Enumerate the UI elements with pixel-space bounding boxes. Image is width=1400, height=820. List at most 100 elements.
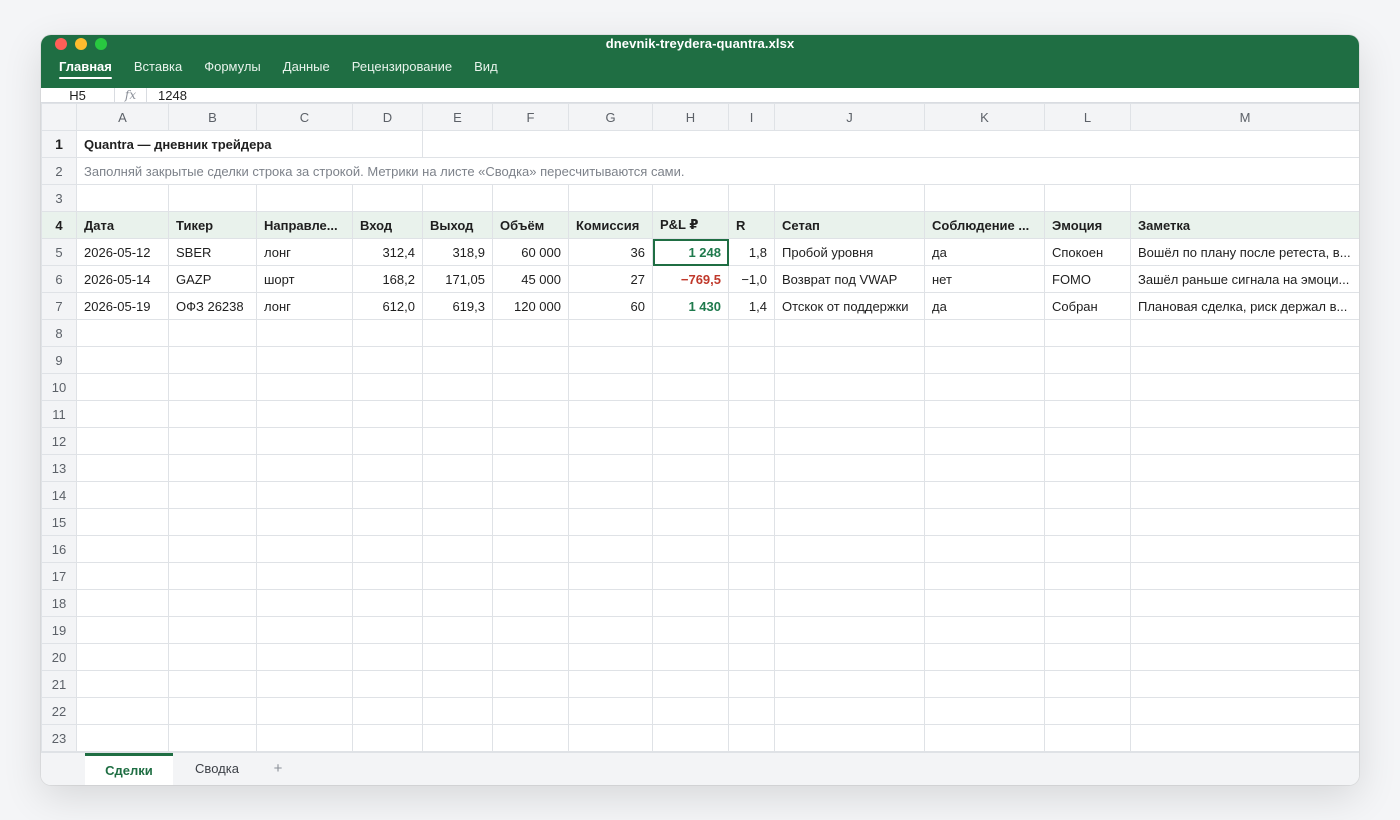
empty-cell[interactable] xyxy=(728,400,775,428)
empty-cell[interactable] xyxy=(422,670,493,698)
sheet-subtitle[interactable]: Заполняй закрытые сделки строка за строк… xyxy=(76,157,1359,185)
row-number[interactable]: 20 xyxy=(41,643,77,671)
empty-cell[interactable] xyxy=(568,589,653,617)
empty-cell[interactable] xyxy=(652,373,729,401)
empty-cell[interactable] xyxy=(1130,130,1359,158)
empty-cell[interactable] xyxy=(1044,346,1131,374)
empty-cell[interactable] xyxy=(728,427,775,455)
column-title[interactable]: Дата xyxy=(76,211,169,239)
empty-cell[interactable] xyxy=(774,373,925,401)
empty-cell[interactable] xyxy=(1130,616,1359,644)
empty-cell[interactable] xyxy=(492,616,569,644)
empty-cell[interactable] xyxy=(422,319,493,347)
empty-cell[interactable] xyxy=(924,319,1045,347)
empty-cell[interactable] xyxy=(568,481,653,509)
row-number[interactable]: 9 xyxy=(41,346,77,374)
empty-cell[interactable] xyxy=(774,670,925,698)
empty-cell[interactable] xyxy=(728,130,775,158)
empty-cell[interactable] xyxy=(1044,643,1131,671)
empty-cell[interactable] xyxy=(1130,589,1359,617)
column-title[interactable]: Объём xyxy=(492,211,569,239)
row-number[interactable]: 7 xyxy=(41,292,77,320)
empty-cell[interactable] xyxy=(728,508,775,536)
empty-cell[interactable] xyxy=(1044,400,1131,428)
empty-cell[interactable] xyxy=(256,643,353,671)
empty-cell[interactable] xyxy=(492,589,569,617)
empty-cell[interactable] xyxy=(492,454,569,482)
empty-cell[interactable] xyxy=(422,535,493,563)
column-title[interactable]: Сетап xyxy=(774,211,925,239)
empty-cell[interactable] xyxy=(422,346,493,374)
pnl-cell[interactable]: 1 430 xyxy=(652,292,729,320)
empty-cell[interactable] xyxy=(774,589,925,617)
data-cell[interactable]: да xyxy=(924,238,1045,266)
ribbon-tab-view[interactable]: Вид xyxy=(474,53,498,83)
empty-cell[interactable] xyxy=(1130,400,1359,428)
empty-cell[interactable] xyxy=(352,346,423,374)
row-number[interactable]: 14 xyxy=(41,481,77,509)
data-cell[interactable]: Вошёл по плану после ретеста, в... xyxy=(1130,238,1359,266)
empty-cell[interactable] xyxy=(728,616,775,644)
empty-cell[interactable] xyxy=(352,643,423,671)
row-number[interactable]: 8 xyxy=(41,319,77,347)
empty-cell[interactable] xyxy=(352,589,423,617)
empty-cell[interactable] xyxy=(1130,508,1359,536)
select-all-corner[interactable] xyxy=(41,103,77,131)
empty-cell[interactable] xyxy=(352,400,423,428)
empty-cell[interactable] xyxy=(352,319,423,347)
column-header-k[interactable]: K xyxy=(924,103,1045,131)
ribbon-tab-insert[interactable]: Вставка xyxy=(134,53,182,83)
data-cell[interactable]: 60 000 xyxy=(492,238,569,266)
empty-cell[interactable] xyxy=(492,535,569,563)
row-number[interactable]: 17 xyxy=(41,562,77,590)
empty-cell[interactable] xyxy=(774,724,925,752)
empty-cell[interactable] xyxy=(76,373,169,401)
empty-cell[interactable] xyxy=(168,481,257,509)
empty-cell[interactable] xyxy=(168,319,257,347)
empty-cell[interactable] xyxy=(652,184,729,212)
data-cell[interactable]: 2026-05-14 xyxy=(76,265,169,293)
empty-cell[interactable] xyxy=(924,616,1045,644)
empty-cell[interactable] xyxy=(422,373,493,401)
empty-cell[interactable] xyxy=(492,319,569,347)
empty-cell[interactable] xyxy=(352,697,423,725)
empty-cell[interactable] xyxy=(924,724,1045,752)
empty-cell[interactable] xyxy=(652,400,729,428)
empty-cell[interactable] xyxy=(76,481,169,509)
column-title[interactable]: Комиссия xyxy=(568,211,653,239)
empty-cell[interactable] xyxy=(352,670,423,698)
empty-cell[interactable] xyxy=(256,508,353,536)
empty-cell[interactable] xyxy=(422,184,493,212)
empty-cell[interactable] xyxy=(168,400,257,428)
empty-cell[interactable] xyxy=(76,697,169,725)
empty-cell[interactable] xyxy=(728,454,775,482)
empty-cell[interactable] xyxy=(168,346,257,374)
column-title[interactable]: Выход xyxy=(422,211,493,239)
empty-cell[interactable] xyxy=(924,589,1045,617)
empty-cell[interactable] xyxy=(1130,643,1359,671)
empty-cell[interactable] xyxy=(76,319,169,347)
column-header-a[interactable]: A xyxy=(76,103,169,131)
empty-cell[interactable] xyxy=(568,427,653,455)
row-number[interactable]: 4 xyxy=(41,211,77,239)
empty-cell[interactable] xyxy=(422,697,493,725)
empty-cell[interactable] xyxy=(924,454,1045,482)
empty-cell[interactable] xyxy=(568,616,653,644)
empty-cell[interactable] xyxy=(652,508,729,536)
empty-cell[interactable] xyxy=(76,589,169,617)
empty-cell[interactable] xyxy=(492,373,569,401)
empty-cell[interactable] xyxy=(774,319,925,347)
empty-cell[interactable] xyxy=(76,427,169,455)
empty-cell[interactable] xyxy=(1044,616,1131,644)
empty-cell[interactable] xyxy=(352,724,423,752)
empty-cell[interactable] xyxy=(924,535,1045,563)
column-title[interactable]: Тикер xyxy=(168,211,257,239)
empty-cell[interactable] xyxy=(924,184,1045,212)
column-header-h[interactable]: H xyxy=(652,103,729,131)
data-cell[interactable]: ОФЗ 26238 xyxy=(168,292,257,320)
empty-cell[interactable] xyxy=(256,454,353,482)
empty-cell[interactable] xyxy=(728,481,775,509)
empty-cell[interactable] xyxy=(924,670,1045,698)
empty-cell[interactable] xyxy=(652,130,729,158)
empty-cell[interactable] xyxy=(168,697,257,725)
